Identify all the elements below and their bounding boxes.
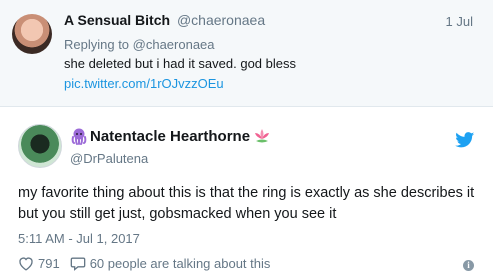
like-count: 791	[38, 256, 60, 271]
reply-link[interactable]: pic.twitter.com/1rOJvzzOEu	[64, 76, 224, 91]
replying-to: Replying to @chaeronaea	[64, 37, 215, 52]
reply-avatar[interactable]	[12, 14, 52, 54]
heart-icon	[19, 257, 33, 271]
reply-text: she deleted but i had it saved. god bles…	[64, 56, 296, 71]
reply-date[interactable]: 1 Jul	[446, 14, 473, 29]
info-icon[interactable]: i	[463, 260, 474, 271]
main-tweet-text: my favorite thing about this is that the…	[18, 185, 475, 222]
reply-display-name[interactable]: A Sensual Bitch	[64, 12, 170, 28]
reply-handle[interactable]: @chaeronaea	[177, 12, 265, 28]
main-author[interactable]: Natentacle Hearthorne	[70, 127, 271, 145]
reply-author[interactable]: A Sensual Bitch @chaeronaea	[64, 12, 265, 28]
main-timestamp[interactable]: 5:11 AM - Jul 1, 2017	[18, 231, 140, 246]
reply-tweet[interactable]: A Sensual Bitch @chaeronaea 1 Jul Replyi…	[0, 0, 493, 107]
like-button[interactable]: 791	[18, 256, 60, 271]
octopus-icon	[71, 128, 87, 145]
main-handle[interactable]: @DrPalutena	[70, 151, 148, 166]
twitter-bird-icon[interactable]	[455, 132, 475, 148]
reply-bubble-icon	[70, 257, 86, 271]
conversation-text: 60 people are talking about this	[89, 256, 271, 271]
lotus-icon	[255, 129, 270, 143]
main-avatar[interactable]	[18, 124, 62, 168]
conversation-link[interactable]: 60 people are talking about this	[70, 256, 271, 271]
tweet-actions: 791 60 people are talking about this	[18, 256, 280, 271]
main-display-name[interactable]: Natentacle Hearthorne	[90, 128, 250, 145]
